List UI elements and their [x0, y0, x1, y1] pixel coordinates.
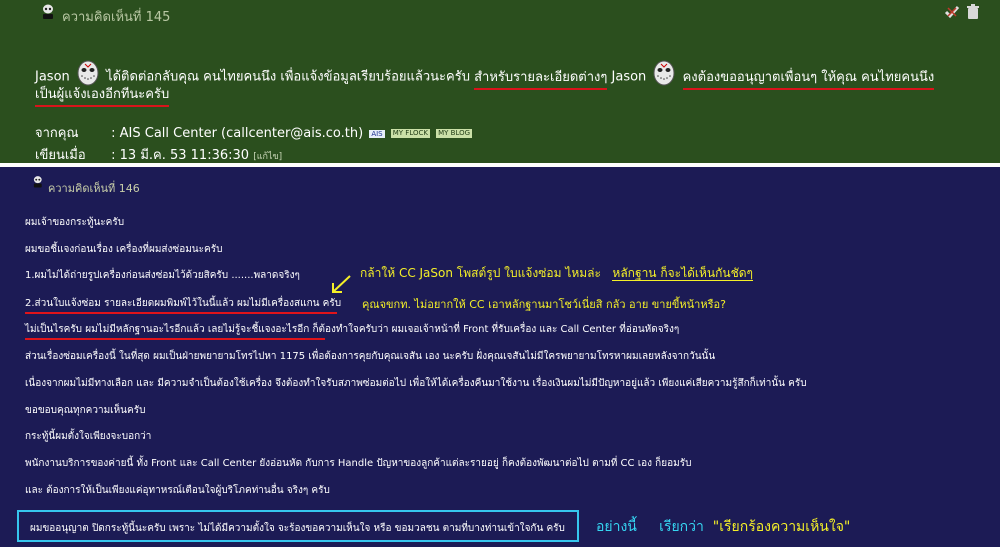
from-value[interactable]: : AIS Call Center (callcenter@ais.co.th)	[111, 126, 363, 141]
written-value: : 13 มี.ค. 53 11:36:30	[111, 148, 250, 163]
from-row: จากคุณ : AIS Call Center (callcenter@ais…	[35, 122, 473, 143]
author-name-2: Jason	[611, 69, 647, 85]
body-text-3: คงต้องขออนุญาตเพื่อนๆ ให้คุณ คนไทยคนนึง	[682, 69, 935, 90]
body-text-2: สำหรับรายละเอียดต่างๆ	[474, 69, 608, 90]
written-label: เขียนเมื่อ	[35, 148, 86, 163]
c146-paragraph-11: และ ต้องการให้เป็นเพียงแค่อุทาหรณ์เตือนใ…	[25, 485, 330, 496]
hockey-mask-avatar-icon	[77, 60, 99, 86]
hockey-mask-avatar-icon	[653, 60, 675, 86]
c146-paragraph-9: กระทู้นี้ผมตั้งใจเพียงจะบอกว่า	[25, 431, 152, 442]
ais-logo: AIS	[369, 129, 385, 138]
c146-paragraph-7: เนื่องจากผมไม่มีทางเลือก และ มีความจำเป็…	[25, 378, 807, 389]
comment-146-title: ความคิดเห็นที่ 146	[48, 182, 140, 195]
annotation-conclusion-a: อย่างนี้	[596, 519, 637, 535]
body-text-4: เป็นผู้แจ้งเองอีกทีนะครับ	[35, 87, 170, 107]
c146-paragraph-5b: ก็ต้องทำใจครับว่า ผมเจอเจ้าหน้าที่ Front…	[309, 324, 680, 335]
c146-paragraph-1: ผมเจ้าของกระทู้นะครับ	[25, 217, 125, 228]
trash-icon[interactable]	[966, 4, 980, 20]
edit-link[interactable]: [แก้ไข]	[253, 152, 282, 162]
c146-paragraph-8: ขอขอบคุณทุกความเห็นครับ	[25, 405, 146, 416]
c146-paragraph-4: 2.ส่วนใบแจ้งซ่อม รายละเอียดผมพิมพ์ไว้ในน…	[25, 298, 342, 309]
check-icon[interactable]	[944, 4, 960, 20]
comment-145-title: ความคิดเห็นที่ 145	[62, 10, 171, 25]
red-underline	[25, 338, 325, 340]
author-name: Jason	[35, 69, 70, 85]
c146-paragraph-12: ผมขออนุญาต ปิดกระทู้นี้นะครับ เพราะ ไม่ไ…	[30, 523, 565, 534]
my-blog-link[interactable]: MY BLOG	[436, 129, 473, 138]
skull-pin-icon	[43, 4, 53, 19]
arrow-icon	[332, 275, 351, 293]
from-label: จากคุณ	[35, 126, 79, 141]
c146-paragraph-10: พนักงานบริการของค่ายนี้ ทั้ง Front และ C…	[25, 458, 692, 469]
body-text-1: ได้ติดต่อกลับคุณ คนไทยคนนึง เพื่อแจ้งข้อ…	[106, 69, 470, 85]
c146-paragraph-5: ไม่เป็นไรครับ ผมไม่มีหลักฐานอะไรอีกแล้ว …	[25, 322, 679, 337]
annotation-conclusion: อย่างนี้ เรียกว่า "เรียกร้องความเห็นใจ"	[596, 516, 850, 538]
annotation-dare: กล้าให้ CC JaSon โพสต์รูป ใบแจ้งซ่อม ไหม…	[360, 264, 753, 283]
c146-paragraph-6: ส่วนเรื่องซ่อมเครื่องนี้ ในที่สุด ผมเป็น…	[25, 351, 716, 362]
my-flock-link[interactable]: MY FLOCK	[390, 129, 430, 138]
annotation-conclusion-b: เรียกว่า	[659, 519, 704, 535]
annotation-question: คุณจขกท. ไม่อยากให้ CC เอาหลักฐานมาโชว์เ…	[362, 298, 726, 311]
comment-145: ความคิดเห็นที่ 145 Jason ได้ติดต่อกลับคุ…	[0, 0, 1000, 163]
annotation-evidence: หลักฐาน ก็จะได้เห็นกันชัดๆ	[612, 266, 753, 281]
annotation-dare-text: กล้าให้ CC JaSon โพสต์รูป ใบแจ้งซ่อม ไหม…	[360, 266, 601, 280]
written-row: เขียนเมื่อ : 13 มี.ค. 53 11:36:30 [แก้ไข…	[35, 144, 282, 165]
c146-paragraph-2: ผมขอชี้แจงก่อนเรื่อง เครื่องที่ผมส่งซ่อม…	[25, 244, 223, 255]
annotation-conclusion-c: "เรียกร้องความเห็นใจ"	[712, 519, 851, 535]
skull-pin-icon	[33, 176, 42, 188]
c146-paragraph-3: 1.ผมไม่ได้ถ่ายรูปเครื่องก่อนส่งซ่อมไว้ด้…	[25, 270, 300, 281]
c146-paragraph-5a: ไม่เป็นไรครับ ผมไม่มีหลักฐานอะไรอีกแล้ว …	[25, 324, 310, 335]
comment-tools	[944, 4, 980, 20]
red-underline	[25, 312, 337, 314]
